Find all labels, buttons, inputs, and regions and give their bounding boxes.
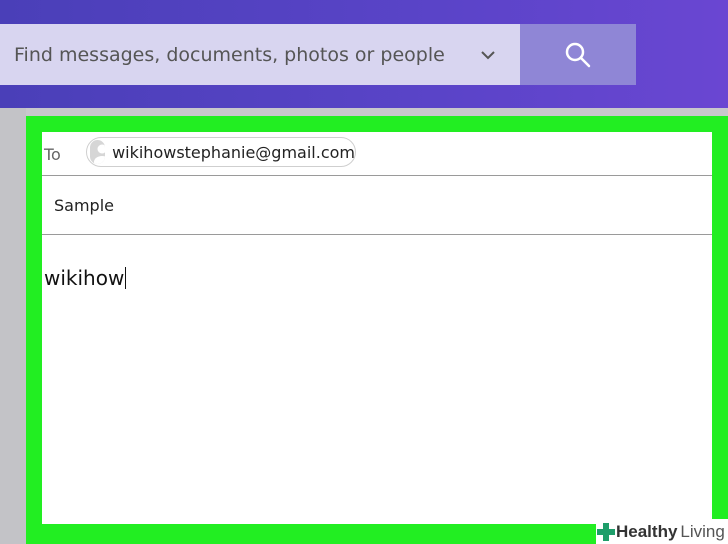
left-sidebar-edge: [0, 108, 26, 544]
compose-window: To wikihowstephanie@gmail.com Sample wik…: [42, 132, 712, 524]
subject-text: Sample: [54, 196, 114, 215]
search-box[interactable]: [0, 23, 520, 86]
message-body[interactable]: wikihow: [44, 266, 127, 290]
subject-field[interactable]: Sample: [42, 176, 712, 235]
watermark-brand-light: Living: [680, 521, 725, 541]
avatar-icon: [90, 140, 106, 164]
watermark-logo: Healthy Living: [596, 519, 728, 544]
search-button[interactable]: [520, 24, 636, 85]
search-input[interactable]: [0, 23, 468, 86]
watermark-brand-bold: Healthy: [616, 521, 678, 541]
recipient-email: wikihowstephanie@gmail.com: [112, 142, 355, 162]
text-cursor: [125, 267, 127, 289]
cross-logo-icon: [597, 522, 615, 541]
to-field-row[interactable]: To wikihowstephanie@gmail.com: [42, 132, 712, 176]
recipient-chip[interactable]: wikihowstephanie@gmail.com: [86, 137, 356, 167]
chevron-down-icon[interactable]: [468, 35, 508, 75]
compose-highlight: To wikihowstephanie@gmail.com Sample wik…: [26, 116, 728, 544]
message-body-text: wikihow: [44, 266, 125, 290]
top-header-bar: [0, 0, 728, 108]
to-label: To: [44, 145, 61, 164]
search-icon: [565, 42, 591, 67]
